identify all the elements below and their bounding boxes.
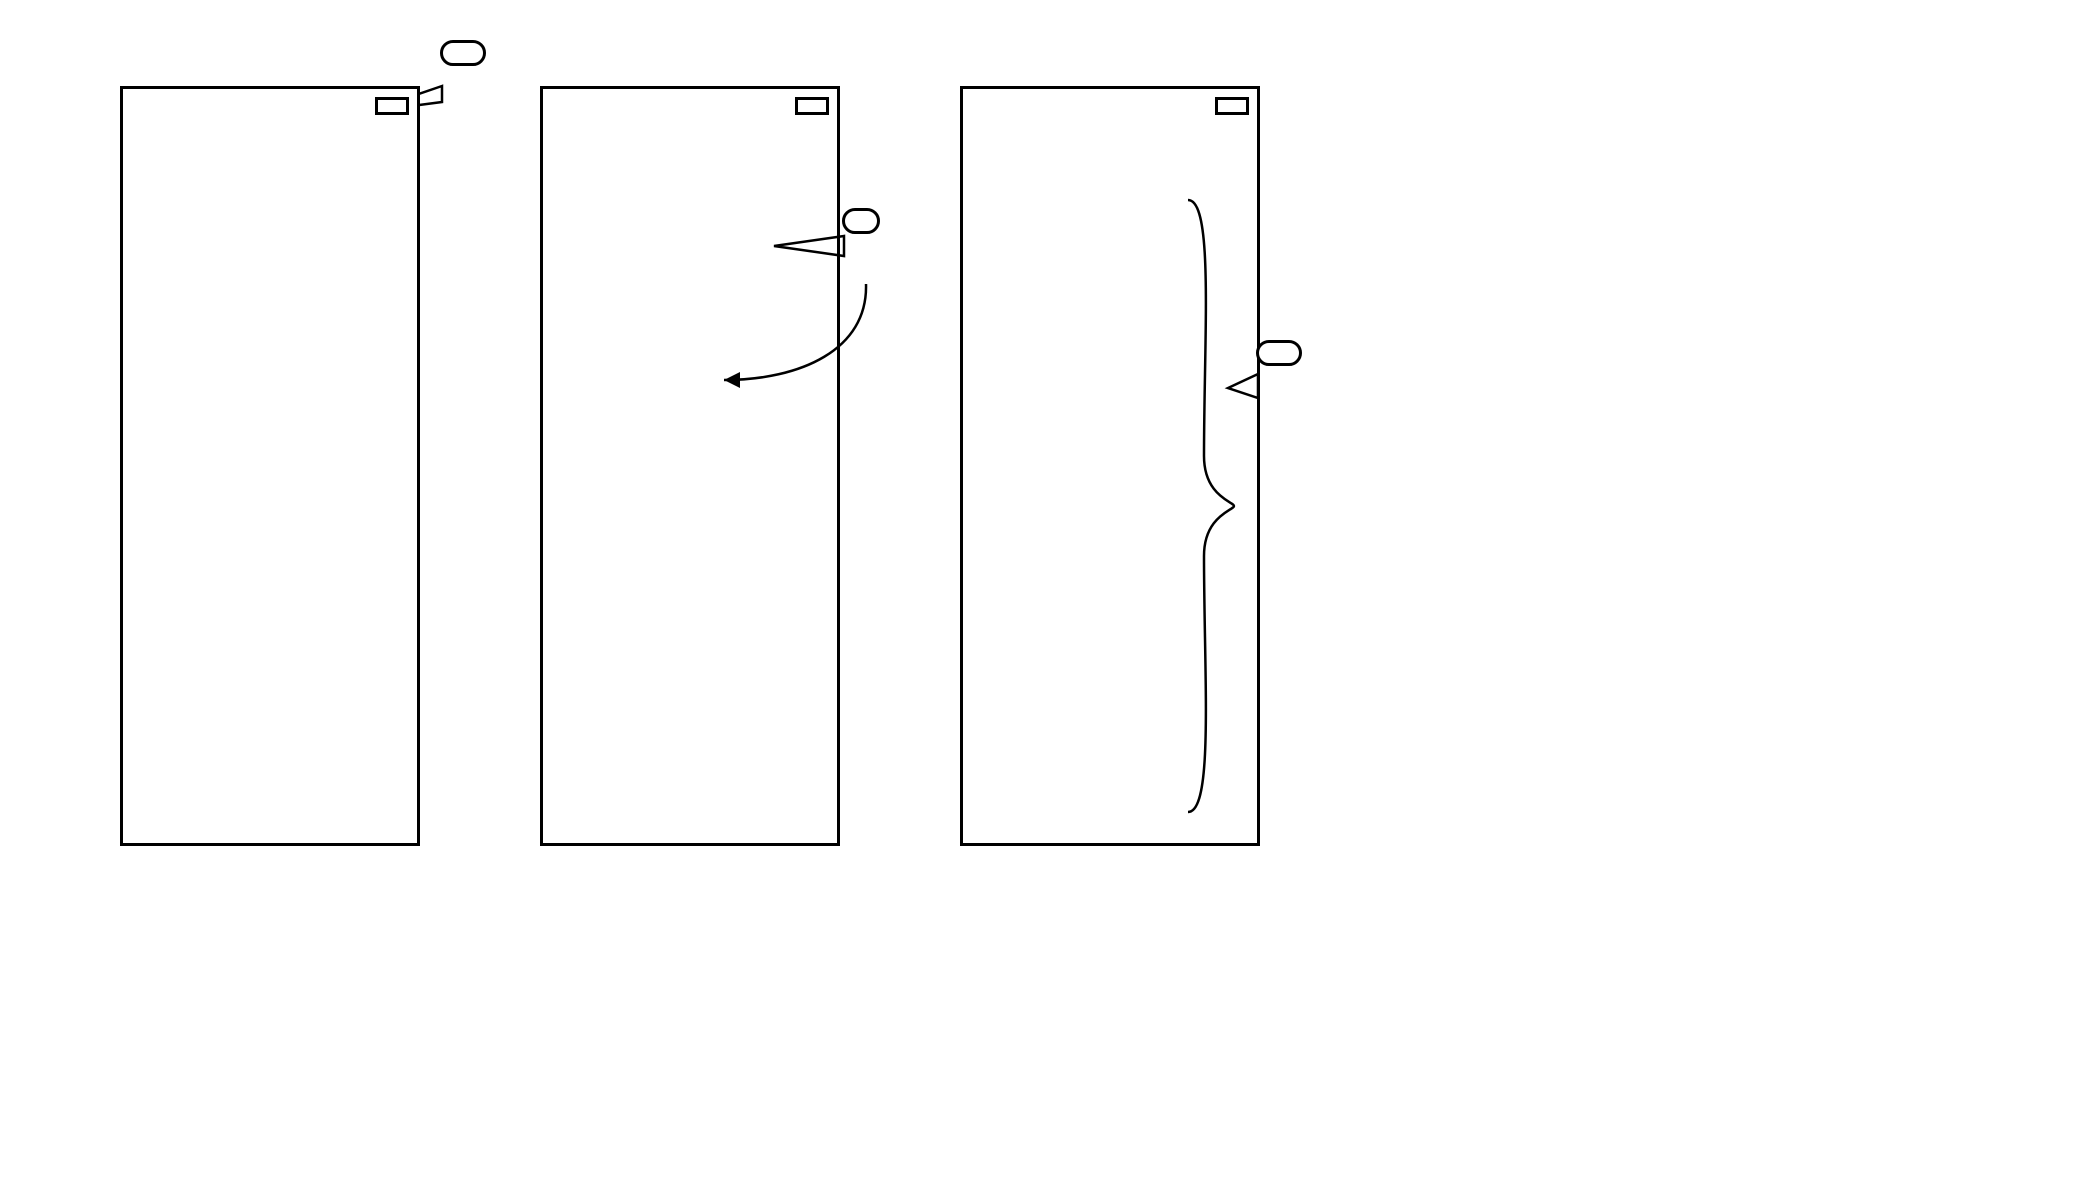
smart-grouping-button[interactable] <box>1215 97 1249 115</box>
panel-5-1 <box>120 86 420 846</box>
smart-grouping-button[interactable] <box>795 97 829 115</box>
panel-5-2 <box>540 86 840 846</box>
smart-grouping-button[interactable] <box>375 97 409 115</box>
diagram-stage <box>60 40 2020 1146</box>
callout-user-clicking <box>440 40 486 66</box>
callout-user-adjustment <box>842 208 880 234</box>
panel-5-3 <box>960 86 1260 846</box>
callout-final-results <box>1256 340 1302 366</box>
